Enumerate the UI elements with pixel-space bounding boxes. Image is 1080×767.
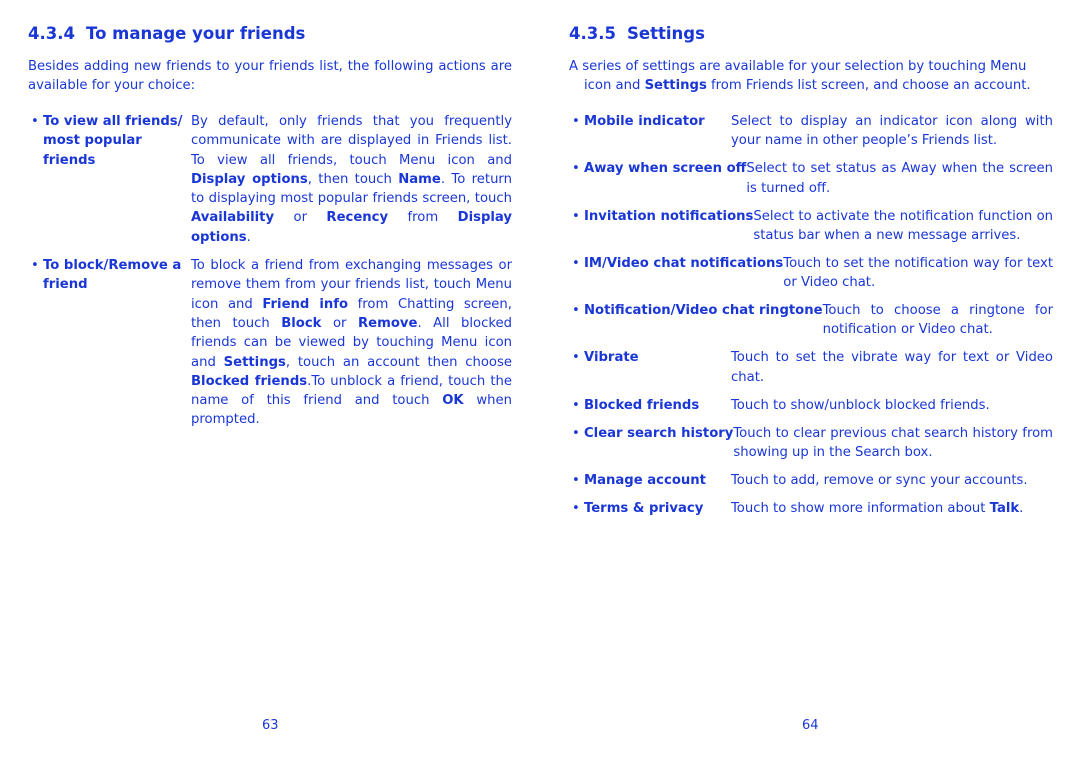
bold-text: Availability — [191, 210, 275, 226]
bullet-icon: • — [572, 114, 580, 129]
list-item: • IM/Video chat notifications Touch to set… — [569, 254, 1053, 293]
list-item: • To block/Remove a friend To block a frie… — [28, 256, 512, 430]
bullet-icon: • — [572, 161, 580, 177]
item-description: Select to set status as Away when the sc… — [746, 159, 1053, 198]
list-item: • To view all friends/ most popular frien… — [28, 112, 512, 247]
text: Select to activate the notification func… — [753, 208, 1053, 243]
bold-text: Recency — [326, 210, 389, 226]
item-term: Invitation notifications — [584, 208, 754, 224]
item-description: Touch to set the vibrate way for text or… — [731, 348, 1053, 387]
item-term: Blocked friends — [584, 397, 700, 413]
list-item: • Notification/Video chat ringtone Touch t… — [569, 301, 1053, 340]
item-description: Touch to choose a ringtone for notificat… — [823, 301, 1053, 340]
item-description: Select to display an indicator icon alon… — [731, 112, 1053, 151]
bullet-icon: • — [572, 500, 580, 516]
item-description: Touch to clear previous chat search hist… — [733, 424, 1053, 463]
bold-text: Friend info — [262, 296, 349, 312]
text: or — [321, 315, 358, 331]
text: Touch to show/unblock blocked friends. — [731, 397, 990, 413]
text: from Friends list screen, and choose an … — [706, 78, 1031, 94]
bullet-icon: • — [572, 255, 580, 271]
section-number: 4.3.5 — [569, 24, 616, 43]
text: from — [388, 210, 458, 226]
section-number: 4.3.4 — [28, 24, 75, 43]
bullet-icon: • — [572, 303, 580, 319]
list-item: • Invitation notifications Select to activ… — [569, 207, 1053, 246]
bullet-icon: • — [31, 258, 39, 274]
item-term: Away when screen off — [584, 161, 747, 177]
item-description: Touch to add, remove or sync your accoun… — [731, 471, 1053, 490]
text: By default, only friends that you freque… — [191, 114, 512, 168]
item-term: To view all friends/ most popular friend… — [43, 114, 183, 168]
text: , then touch — [307, 171, 399, 187]
text: and — [487, 152, 512, 168]
item-term: Terms & privacy — [584, 500, 704, 516]
item-description: Select to activate the notification func… — [753, 207, 1053, 246]
text: Touch to choose a ringtone for notificat… — [822, 303, 1053, 338]
text: and — [191, 354, 224, 370]
bold-text: Settings — [644, 78, 707, 94]
text: Touch to set the vibrate way for text or… — [731, 350, 1053, 385]
item-term: Vibrate — [584, 350, 639, 366]
item-term: Clear search history — [584, 425, 734, 441]
bullet-icon: • — [572, 425, 580, 441]
text: . — [1019, 500, 1024, 516]
list-item: • Mobile indicator Select to display an in… — [569, 112, 1053, 151]
bullet-icon: • — [572, 472, 580, 488]
bold-text: OK — [442, 393, 464, 409]
bullet-icon: • — [572, 208, 580, 224]
list-item: • Away when screen off Select to set statu… — [569, 159, 1053, 198]
section-title: Settings — [627, 24, 705, 43]
item-term: Mobile indicator — [584, 114, 705, 129]
page-number: 64 — [802, 718, 819, 733]
item-description: By default, only friends that you freque… — [191, 112, 512, 247]
item-description: Touch to set the notification way for te… — [783, 254, 1053, 293]
item-term: Manage account — [584, 472, 706, 488]
right-page: 4.3.5 Settings A series of settings are a… — [569, 0, 1053, 767]
action-list: • To view all friends/ most popular frien… — [28, 112, 512, 439]
settings-list: • Mobile indicator Select to display an in… — [569, 112, 1053, 527]
item-term: Notification/Video chat ringtone — [584, 303, 823, 319]
bold-text: Blocked friends — [191, 373, 308, 389]
text: Touch to set the notification way for te… — [783, 255, 1053, 291]
section-intro: A series of settings are available for y… — [569, 57, 1053, 96]
item-description: Touch to show more information about Tal… — [731, 499, 1053, 518]
text: . — [246, 229, 251, 245]
list-item: • Clear search history Touch to clear prev… — [569, 424, 1053, 463]
bold-text: Remove — [357, 315, 418, 331]
item-description: Touch to show/unblock blocked friends. — [731, 396, 1053, 415]
text: Select to set status as Away when the sc… — [746, 161, 1053, 196]
bold-text: Settings — [223, 354, 286, 370]
item-term: IM/Video chat notifications — [584, 255, 784, 271]
item-term: To block/Remove a friend — [43, 258, 182, 293]
text: Touch to add, remove or sync your accoun… — [731, 472, 1028, 488]
item-description: To block a friend from exchanging messag… — [191, 256, 512, 430]
text: Touch to clear previous chat search hist… — [733, 425, 1053, 460]
section-heading: 4.3.5 Settings — [569, 24, 705, 43]
text: Touch to show more information about — [731, 500, 990, 516]
section-intro: Besides adding new friends to your frien… — [28, 59, 512, 94]
text: or — [274, 210, 327, 226]
text: Select to display an indicator icon alon… — [731, 114, 1053, 149]
list-item: • Terms & privacy Touch to show more infor… — [569, 499, 1053, 518]
bold-text: Block — [281, 315, 322, 331]
text: and — [615, 78, 645, 94]
list-item: • Vibrate Touch to set the vibrate way for… — [569, 348, 1053, 387]
bullet-icon: • — [572, 397, 580, 413]
list-item: • Blocked friends Touch to show/unblock bl… — [569, 396, 1053, 415]
bold-text: Name — [398, 171, 441, 187]
text: , touch an account then choose — [285, 354, 512, 370]
text: and — [227, 296, 263, 312]
bold-text: Talk — [989, 500, 1020, 516]
list-item: • Manage account Touch to add, remove or s… — [569, 471, 1053, 490]
bold-text: Display options — [191, 171, 308, 187]
bullet-icon: • — [572, 350, 580, 366]
section-heading: 4.3.4 To manage your friends — [28, 24, 305, 43]
left-page: 4.3.4 To manage your friends Besides addi… — [28, 0, 512, 767]
section-title: To manage your friends — [86, 24, 306, 43]
bullet-icon: • — [31, 114, 39, 129]
page-number: 63 — [262, 718, 279, 733]
